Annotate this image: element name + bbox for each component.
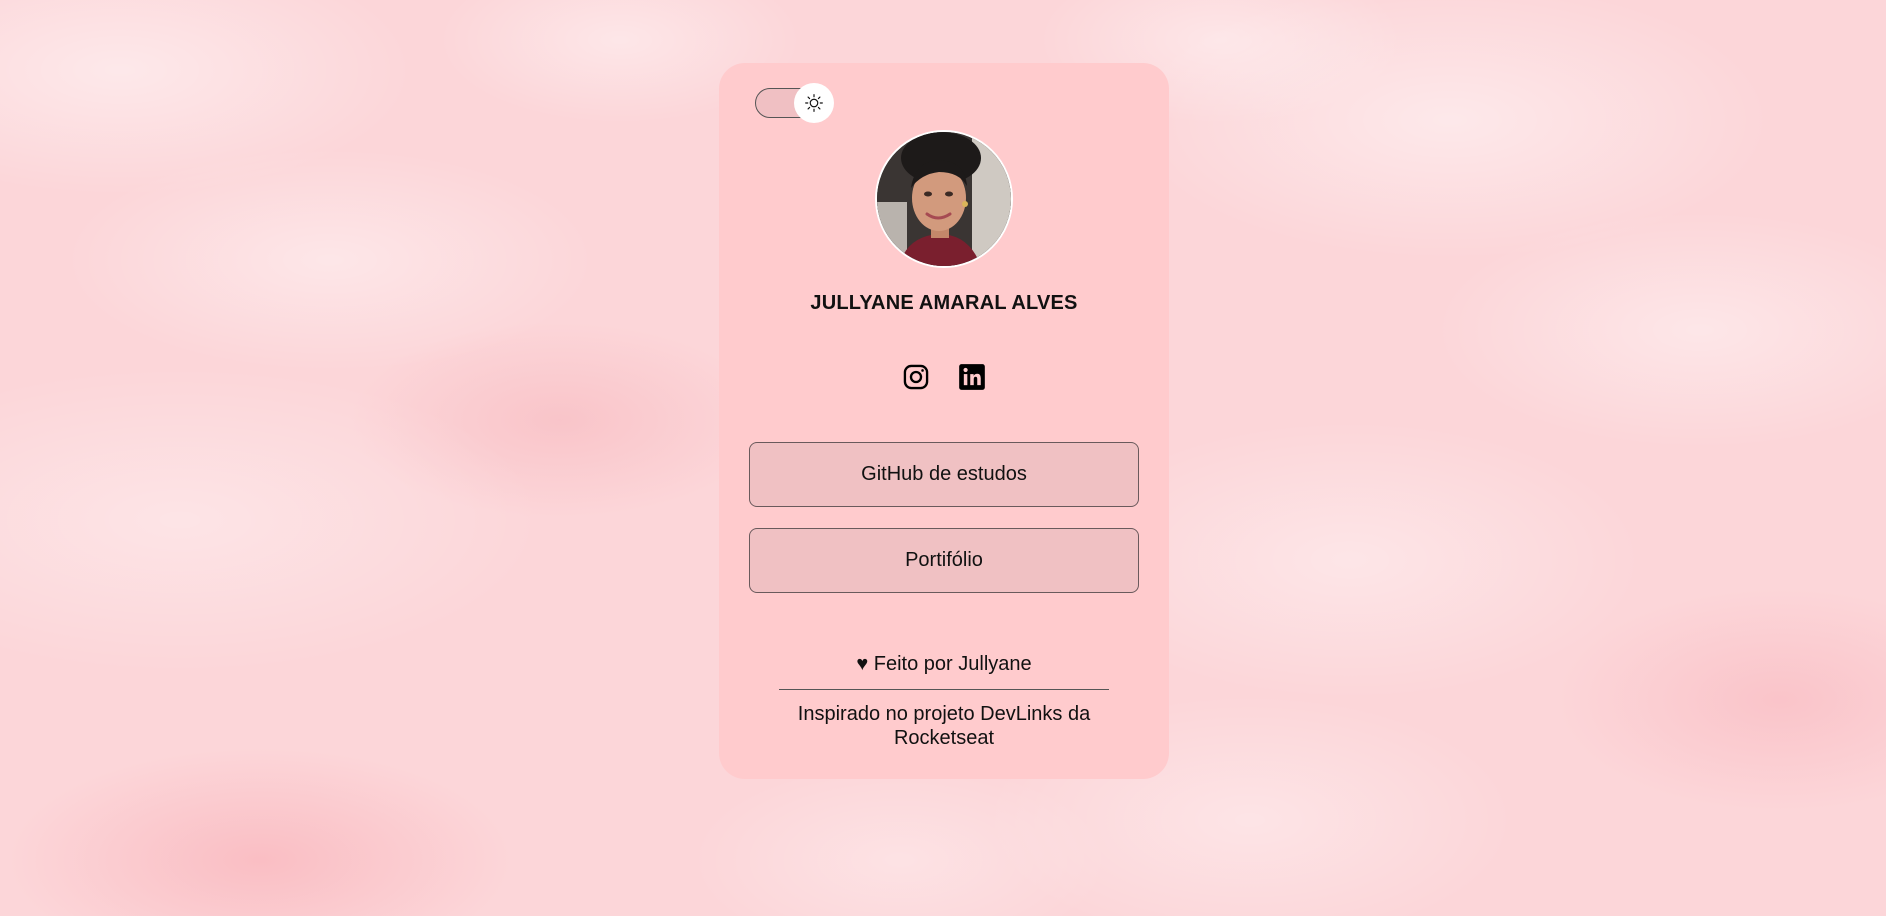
footer-made-by: ♥ Feito por Jullyane [856,653,1032,675]
theme-toggle-knob[interactable] [794,83,834,123]
sun-icon [805,94,823,112]
profile-name: JULLYANE AMARAL ALVES [810,292,1078,314]
footer-inspired-by: Inspirado no projeto DevLinks da Rockets… [797,703,1091,749]
footer-divider [779,689,1109,690]
instagram-icon [903,364,929,390]
portfolio-link-button[interactable]: Portifólio [749,528,1139,593]
github-link-button[interactable]: GitHub de estudos [749,442,1139,507]
avatar-photo [877,132,1011,266]
linkedin-link[interactable] [957,362,987,392]
linkedin-icon [959,364,985,390]
social-links [719,362,1169,392]
profile-card: JULLYANE AMARAL ALVES GitHub de estudos … [719,63,1169,779]
instagram-link[interactable] [901,362,931,392]
avatar [875,130,1013,268]
